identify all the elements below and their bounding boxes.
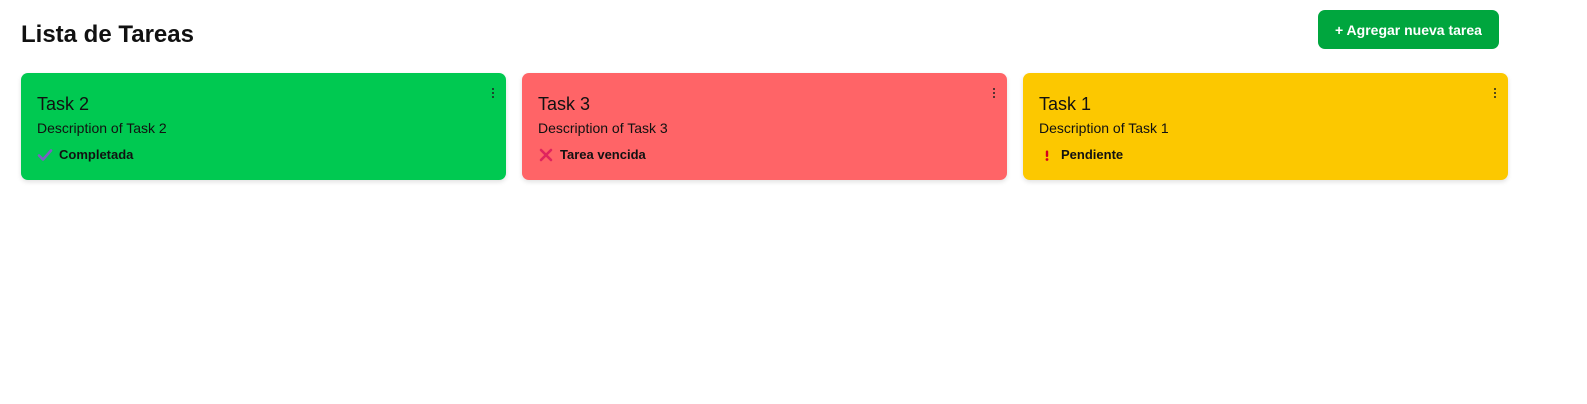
task-card[interactable]: Task 3 Description of Task 3 Tarea venci… bbox=[522, 73, 1007, 180]
task-title: Task 3 bbox=[538, 94, 591, 114]
task-status-label: Completada bbox=[59, 147, 134, 162]
task-title: Task 1 bbox=[1039, 94, 1092, 114]
task-status: Tarea vencida bbox=[538, 146, 991, 164]
task-status: Pendiente bbox=[1039, 146, 1492, 164]
task-description: Description of Task 1 bbox=[1039, 120, 1169, 136]
card-menu-icon[interactable] bbox=[488, 85, 498, 101]
page-title: Lista de Tareas bbox=[21, 21, 194, 48]
card-menu-icon[interactable] bbox=[1490, 85, 1500, 101]
task-status-label: Pendiente bbox=[1061, 147, 1124, 162]
exclamation-icon bbox=[1039, 147, 1055, 163]
task-card[interactable]: Task 2 Description of Task 2 Completada bbox=[21, 73, 506, 180]
task-status-label: Tarea vencida bbox=[560, 147, 646, 162]
task-list-page: Lista de Tareas + Agregar nueva tarea Ta… bbox=[0, 0, 1587, 404]
check-icon bbox=[37, 147, 53, 163]
add-task-button[interactable]: + Agregar nueva tarea bbox=[1318, 10, 1499, 49]
task-cards: Task 2 Description of Task 2 Completada … bbox=[21, 73, 1508, 180]
task-title: Task 2 bbox=[37, 94, 90, 114]
cross-icon bbox=[538, 147, 554, 163]
task-card[interactable]: Task 1 Description of Task 1 Pendiente bbox=[1023, 73, 1508, 180]
card-menu-icon[interactable] bbox=[989, 85, 999, 101]
task-description: Description of Task 2 bbox=[37, 120, 167, 136]
task-description: Description of Task 3 bbox=[538, 120, 668, 136]
task-status: Completada bbox=[37, 146, 490, 164]
